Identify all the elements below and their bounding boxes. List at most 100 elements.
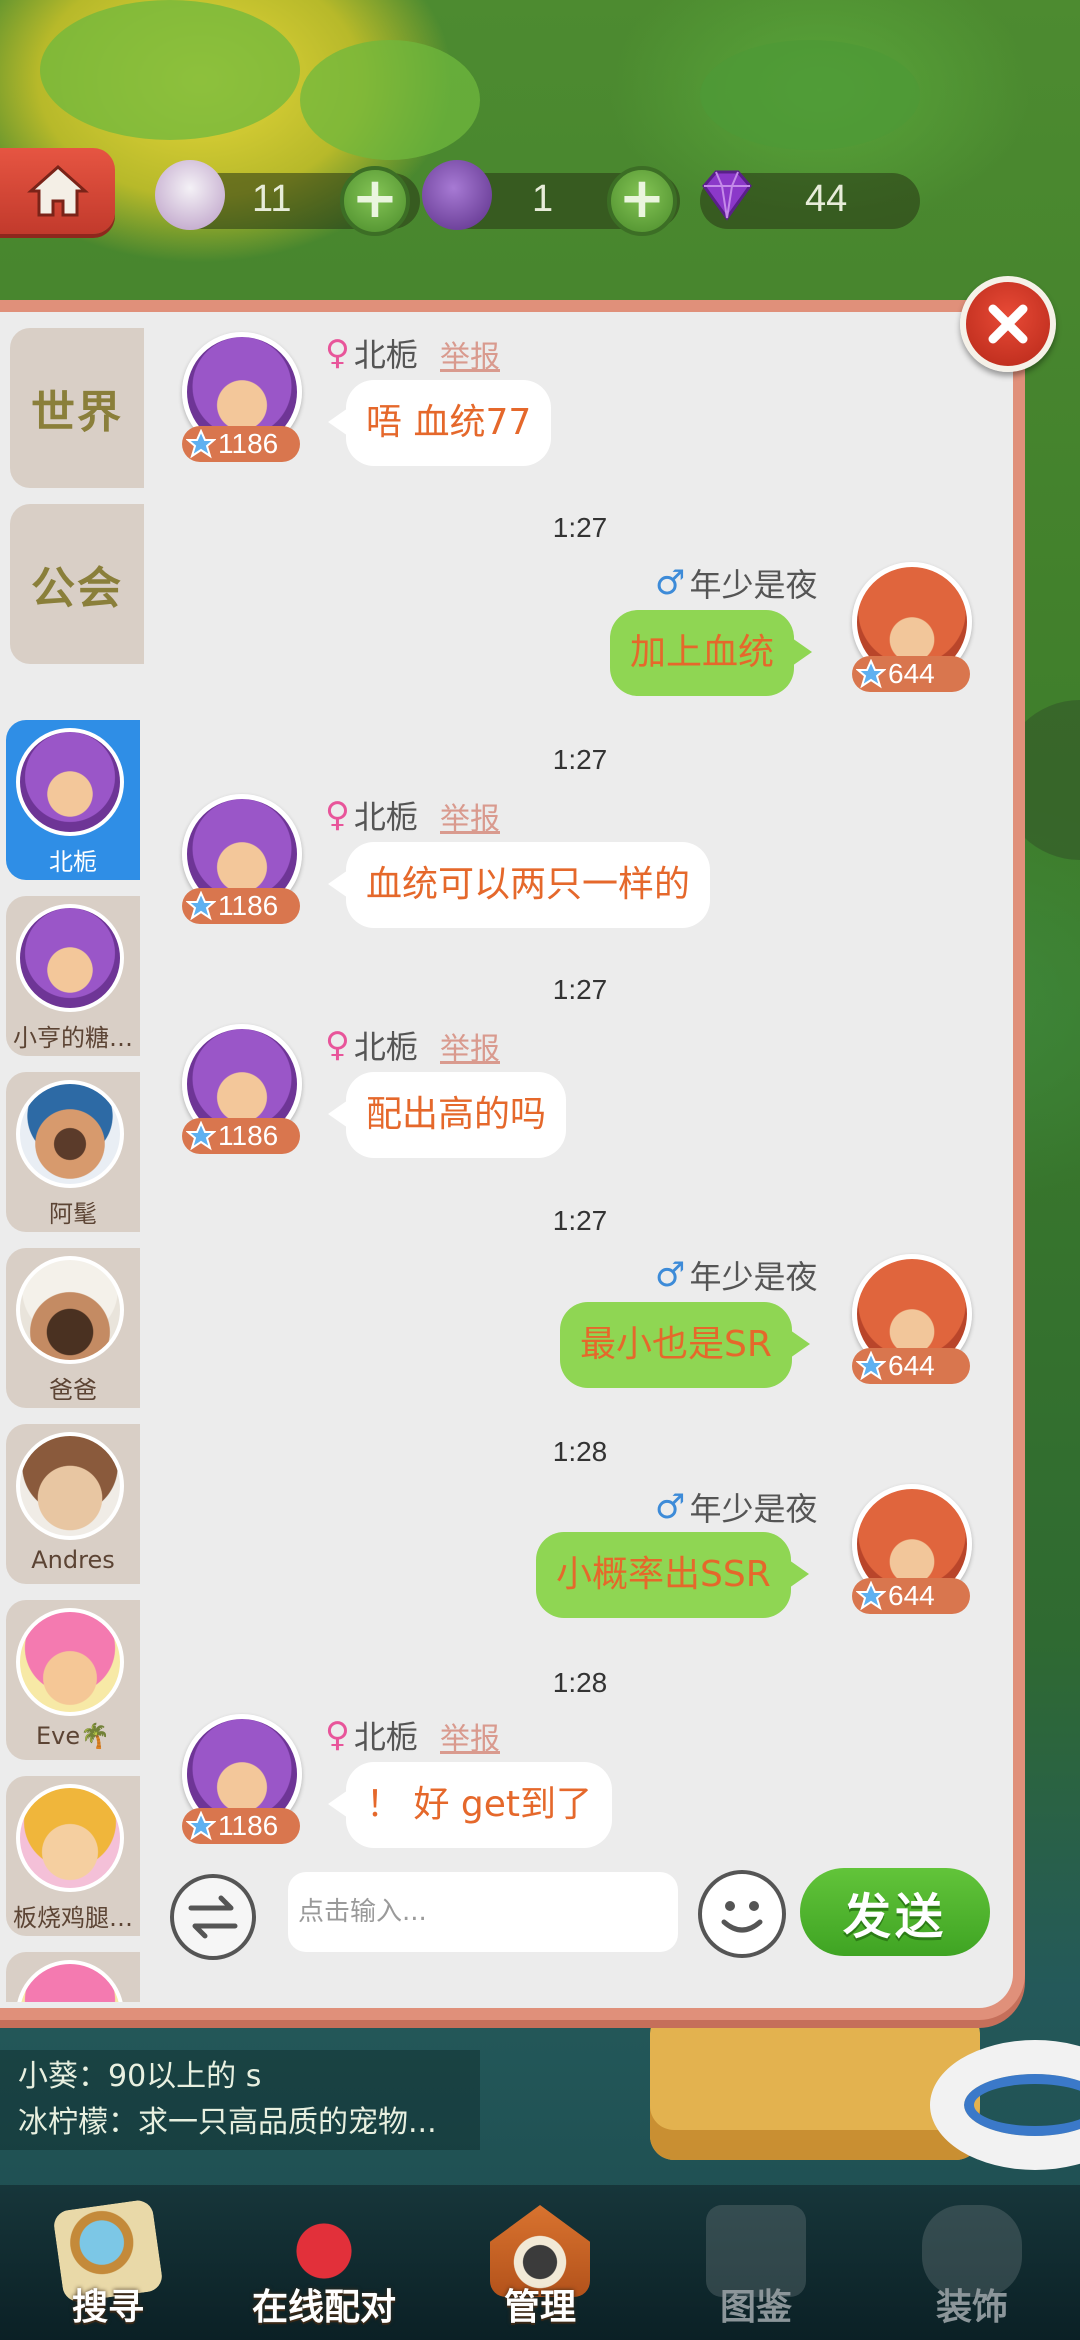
level-badge: 1186 [182,888,300,924]
report-link[interactable]: 举报 [440,1024,500,1068]
sender-name: ♂ 年少是夜 [655,563,818,604]
contact-name: 阿髦 [49,1200,97,1228]
message-input[interactable] [288,1872,678,1952]
contact-item[interactable]: 爸爸 [6,1248,140,1408]
sender-avatar[interactable]: 1186 [182,332,302,462]
nav-label: 图鉴 [719,2287,792,2328]
home-button[interactable] [0,148,115,234]
timestamp: 1:27 [552,974,608,1005]
level-badge: 644 [852,656,970,692]
tab-world[interactable]: 世界 [10,328,144,488]
emoji-button[interactable] [698,1870,786,1958]
nav-label: 搜寻 [71,2287,144,2328]
nav-catalog[interactable]: 图鉴 [648,2185,864,2340]
purple-hood-avatar [16,904,124,1012]
level-value: 1186 [218,428,279,459]
contact-name: 爸爸 [49,1376,97,1404]
level-value: 644 [888,658,935,689]
add-hairdryer-button[interactable]: + [607,166,677,236]
chat-sidebar: 世界 公会 北栀 小亨的糖… 阿髦 爸爸 Andres Eve🌴 板烧鸡腿… [0,312,146,2002]
gem-count: 44 [805,178,848,220]
level-badge: 1186 [182,426,300,462]
sender-avatar[interactable]: 644 [852,562,972,692]
preview-line: 冰柠檬：求一只高品质的宠物... [18,2105,437,2140]
swap-arrows-icon [188,1895,238,1939]
chat-message-list[interactable]: 1186 ♀ 北栀 举报 唔 血统77 1:27 ♂ 年少是夜 加上血统 644 1… [150,312,1010,1852]
old-man-avatar [16,1432,124,1540]
pink-hair-avatar [16,1960,124,2002]
contact-item[interactable]: 北栀 [6,720,140,880]
level-value: 644 [888,1580,935,1611]
male-icon: ♂ [655,1487,686,1527]
contact-item[interactable]: 小亨的糖… [6,896,140,1056]
contact-item[interactable]: Andres [6,1424,140,1584]
sender-name: ♀ 北栀 [325,1025,418,1066]
contact-name: 北栀 [49,848,97,876]
message-bubble[interactable]: 血统可以两只一样的 [327,842,711,928]
message-bubble[interactable]: 最小也是SR [560,1302,810,1388]
message-bubble[interactable]: 加上血统 [610,610,813,696]
contact-item[interactable]: Eve🌴 [6,1600,140,1760]
report-link[interactable]: 举报 [440,332,500,376]
add-milk-button[interactable]: + [340,166,410,236]
timestamp: 1:28 [552,1667,608,1698]
report-link[interactable]: 举报 [440,1714,500,1758]
chat-input-row: 发送 [146,1852,1013,1982]
level-value: 1186 [218,1120,279,1151]
sender-avatar[interactable]: 1186 [182,794,302,924]
message-bubble[interactable]: ！ 好 get到了 [327,1762,613,1848]
message-bubble[interactable]: 唔 血统77 [327,380,552,466]
blonde-avatar [16,1784,124,1892]
star-icon [186,429,216,459]
female-icon: ♀ [325,1025,350,1065]
contact-item[interactable]: 阿髦 [6,1072,140,1232]
female-icon: ♀ [325,333,350,373]
star-icon [856,659,886,689]
sender-name: ♀ 北栀 [325,1715,418,1756]
pink-hair-avatar [16,1608,124,1716]
level-value: 1186 [218,890,279,921]
cap-avatar [16,1080,124,1188]
level-value: 1186 [218,1810,279,1841]
sender-name: ♀ 北栀 [325,333,418,374]
smiley-icon [721,1901,763,1933]
sender-avatar[interactable]: 644 [852,1254,972,1384]
nav-search[interactable]: 搜寻 [0,2185,216,2340]
star-icon [186,1811,216,1841]
nav-manage[interactable]: 管理 [432,2185,648,2340]
level-badge: 1186 [182,1118,300,1154]
timestamp: 1:28 [552,1436,608,1467]
star-icon [186,1121,216,1151]
timestamp: 1:27 [552,1205,608,1236]
female-icon: ♀ [325,795,350,835]
nav-label: 管理 [503,2287,576,2328]
bearded-avatar [16,1256,124,1364]
male-icon: ♂ [655,563,686,603]
tab-guild[interactable]: 公会 [10,504,144,664]
star-icon [856,1581,886,1611]
sender-avatar[interactable]: 644 [852,1484,972,1614]
bottom-nav: 搜寻 在线配对 管理 图鉴 装饰 [0,2185,1080,2340]
nav-decorate[interactable]: 装饰 [864,2185,1080,2340]
message-bubble[interactable]: 配出高的吗 [327,1072,567,1158]
switch-channel-button[interactable] [170,1874,256,1960]
female-icon: ♀ [325,1715,350,1755]
contact-name: Andres [31,1546,115,1574]
contact-item-partial[interactable] [6,1952,140,2002]
sender-avatar[interactable]: 1186 [182,1714,302,1844]
star-icon [856,1351,886,1381]
hairdryer-icon [422,160,492,230]
message-bubble[interactable]: 小概率出SSR [536,1532,809,1618]
nav-label: 在线配对 [251,2287,396,2328]
nav-online-match[interactable]: 在线配对 [216,2185,432,2340]
sender-name: ♂ 年少是夜 [655,1255,818,1296]
milk-bottle-icon [155,160,225,230]
world-chat-preview[interactable]: 小葵：90以上的 s 冰柠檬：求一只高品质的宠物... [0,2050,480,2150]
send-button[interactable]: 发送 [800,1868,990,1956]
contact-name: 板烧鸡腿… [13,1904,133,1932]
sender-name: ♂ 年少是夜 [655,1487,818,1528]
home-icon [26,164,89,217]
report-link[interactable]: 举报 [440,794,500,838]
contact-item[interactable]: 板烧鸡腿… [6,1776,140,1936]
sender-avatar[interactable]: 1186 [182,1024,302,1154]
